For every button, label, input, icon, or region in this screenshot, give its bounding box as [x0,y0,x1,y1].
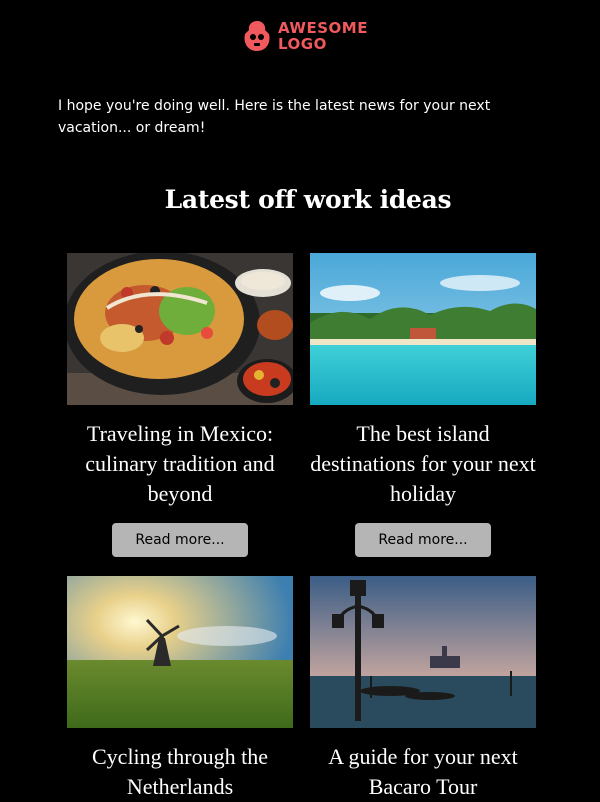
card-title[interactable]: The best island destinations for your ne… [310,419,536,509]
nachos-image[interactable] [67,253,293,405]
article-card-mexico: Traveling in Mexico: culinary tradition … [67,253,293,557]
article-card-island: The best island destinations for your ne… [310,253,536,557]
logo-text: AWESOME LOGO [278,19,368,53]
section-title: Latest off work ideas [164,185,452,214]
card-title[interactable]: A guide for your next Bacaro Tour [310,742,536,802]
venice-image[interactable] [310,576,536,728]
card-title[interactable]: Traveling in Mexico: culinary tradition … [67,419,293,509]
logo: AWESOME LOGO [242,18,368,54]
article-card-netherlands: Cycling through the Netherlands [67,576,293,802]
beach-image[interactable] [310,253,536,405]
logo-icon [244,21,270,51]
read-more-button[interactable]: Read more... [112,523,248,557]
card-title[interactable]: Cycling through the Netherlands [67,742,293,802]
read-more-button[interactable]: Read more... [355,523,491,557]
intro-text: I hope you're doing well. Here is the la… [58,98,491,136]
article-card-venice: A guide for your next Bacaro Tour [310,576,536,802]
windmill-image[interactable] [67,576,293,728]
